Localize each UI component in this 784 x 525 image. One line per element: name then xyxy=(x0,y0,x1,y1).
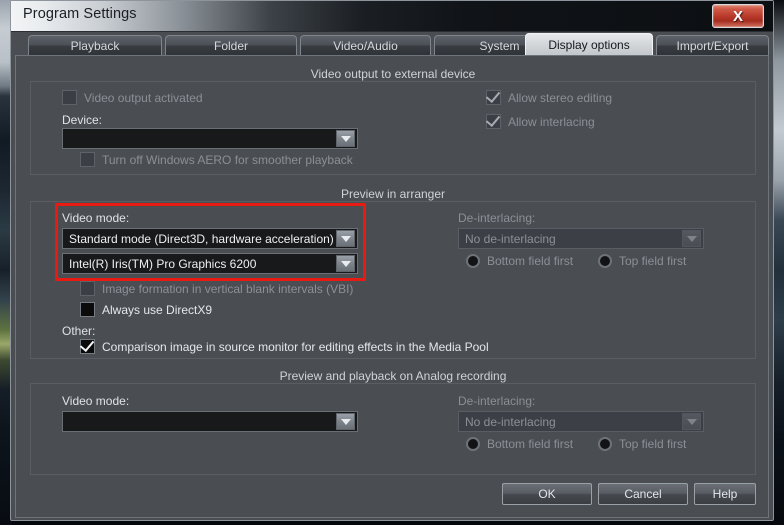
checkbox-label: Video output activated xyxy=(84,90,203,105)
checkbox-always-use-directx9[interactable]: Always use DirectX9 xyxy=(80,302,212,317)
combo-value: Standard mode (Direct3D, hardware accele… xyxy=(69,231,334,246)
group-preview-arranger xyxy=(30,201,756,359)
combo-video-mode-arranger[interactable]: Standard mode (Direct3D, hardware accele… xyxy=(62,228,358,249)
close-button[interactable]: X xyxy=(712,4,764,28)
label-video-mode-analog: Video mode: xyxy=(62,394,130,408)
checkbox-label: Image formation in vertical blank interv… xyxy=(102,281,354,296)
section-header-preview-arranger: Preview in arranger xyxy=(340,187,446,201)
chevron-down-icon xyxy=(682,413,701,430)
checkbox-box xyxy=(80,302,95,317)
combo-value: Intel(R) Iris(TM) Pro Graphics 6200 xyxy=(69,256,257,271)
tab-video-audio[interactable]: Video/Audio xyxy=(300,35,431,55)
checkbox-box xyxy=(485,87,501,105)
checkbox-comparison-image[interactable]: Comparison image in source monitor for e… xyxy=(79,336,489,354)
tab-strip: Playback Folder Video/Audio System Displ… xyxy=(11,32,773,55)
window-title: Program Settings xyxy=(23,6,137,22)
cancel-button[interactable]: Cancel xyxy=(598,483,688,505)
radio-label: Bottom field first xyxy=(487,254,574,268)
combo-value: No de-interlacing xyxy=(465,231,556,246)
checkbox-box xyxy=(80,152,95,167)
checkbox-vbi[interactable]: Image formation in vertical blank interv… xyxy=(80,281,353,296)
checkbox-box xyxy=(80,281,95,296)
combo-deinterlacing-analog: No de-interlacing xyxy=(458,411,704,432)
radio-circle xyxy=(598,254,612,268)
radio-bottom-field-first-arranger: Bottom field first xyxy=(466,254,573,268)
radio-label: Top field first xyxy=(619,254,687,268)
radio-circle xyxy=(466,254,480,268)
checkbox-box xyxy=(485,111,501,129)
checkbox-allow-stereo-editing[interactable]: Allow stereo editing xyxy=(485,87,613,105)
settings-content: Video output to external device Video ou… xyxy=(15,55,769,518)
checkbox-allow-interlacing[interactable]: Allow interlacing xyxy=(485,111,595,129)
section-header-analog-recording: Preview and playback on Analog recording xyxy=(279,369,507,383)
combo-graphics-device[interactable]: Intel(R) Iris(TM) Pro Graphics 6200 xyxy=(62,253,358,274)
combo-device[interactable] xyxy=(62,128,358,149)
tab-import-export[interactable]: Import/Export xyxy=(656,35,769,55)
radio-top-field-first-arranger: Top field first xyxy=(598,254,686,268)
chevron-down-icon[interactable] xyxy=(336,130,355,147)
tab-display-options[interactable]: Display options xyxy=(525,33,653,55)
section-header-external-device: Video output to external device xyxy=(310,67,476,81)
combo-video-mode-analog[interactable] xyxy=(62,411,358,432)
checkbox-label: Allow interlacing xyxy=(508,114,595,129)
close-icon: X xyxy=(732,7,743,25)
radio-label: Bottom field first xyxy=(487,437,574,451)
program-settings-dialog: Program Settings X Playback Folder Video… xyxy=(10,0,774,521)
chevron-down-icon[interactable] xyxy=(336,230,355,247)
checkbox-box xyxy=(62,90,77,105)
label-deinterlacing-arranger: De-interlacing: xyxy=(458,211,536,225)
tab-playback[interactable]: Playback xyxy=(28,35,162,55)
radio-label: Top field first xyxy=(619,437,687,451)
label-deinterlacing-analog: De-interlacing: xyxy=(458,394,536,408)
radio-bottom-field-first-analog: Bottom field first xyxy=(466,437,573,451)
checkbox-label: Comparison image in source monitor for e… xyxy=(102,339,489,354)
tab-folder[interactable]: Folder xyxy=(165,35,297,55)
combo-value: No de-interlacing xyxy=(465,414,556,429)
label-other: Other: xyxy=(62,324,96,338)
label-video-mode-arranger: Video mode: xyxy=(62,211,130,225)
title-bar: Program Settings X xyxy=(11,1,773,32)
checkbox-box xyxy=(79,336,95,354)
checkbox-label: Allow stereo editing xyxy=(508,90,613,105)
checkbox-turn-off-aero[interactable]: Turn off Windows AERO for smoother playb… xyxy=(80,152,353,167)
chevron-down-icon[interactable] xyxy=(336,255,355,272)
checkbox-video-output-activated[interactable]: Video output activated xyxy=(62,90,203,105)
radio-circle xyxy=(598,437,612,451)
checkbox-label: Turn off Windows AERO for smoother playb… xyxy=(102,152,353,167)
desktop-strip-right xyxy=(774,0,784,525)
ok-button[interactable]: OK xyxy=(502,483,592,505)
chevron-down-icon xyxy=(682,230,701,247)
help-button[interactable]: Help xyxy=(694,483,756,505)
checkbox-label: Always use DirectX9 xyxy=(102,302,213,317)
combo-deinterlacing-arranger: No de-interlacing xyxy=(458,228,704,249)
radio-circle xyxy=(466,437,480,451)
radio-top-field-first-analog: Top field first xyxy=(598,437,686,451)
chevron-down-icon[interactable] xyxy=(336,413,355,430)
label-device: Device: xyxy=(62,113,103,127)
